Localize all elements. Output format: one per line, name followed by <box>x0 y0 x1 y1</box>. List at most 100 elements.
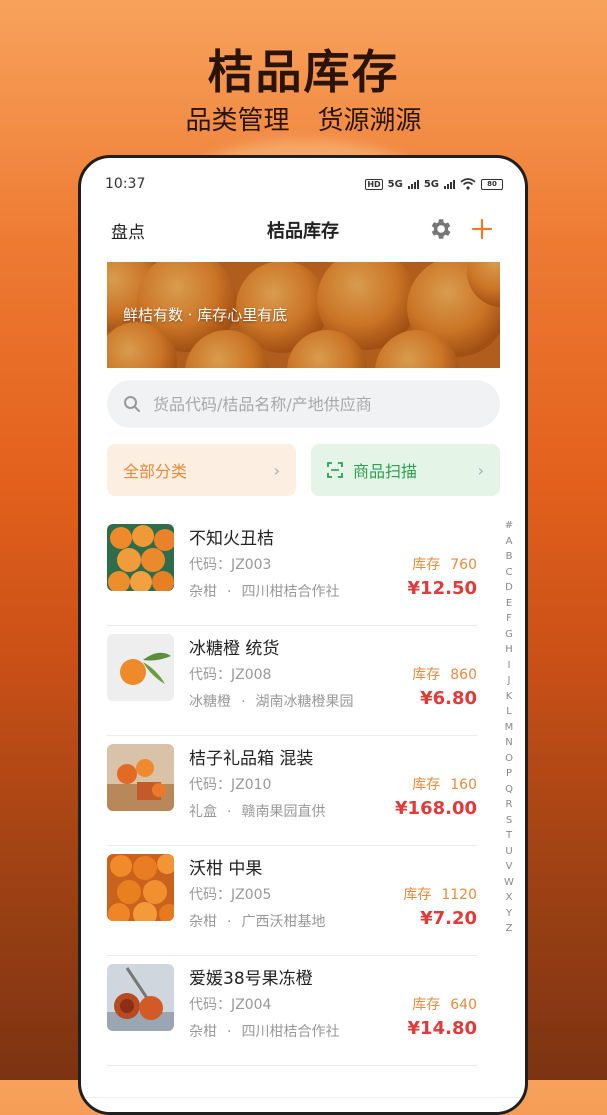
alpha-index-letter[interactable]: Y <box>506 906 512 922</box>
product-meta: 杂柑 · 四川柑桔合作社 <box>189 584 340 600</box>
hd-icon: HD <box>365 178 383 190</box>
search-bar[interactable] <box>107 380 500 428</box>
alpha-index-letter[interactable]: B <box>506 549 513 565</box>
alpha-index-letter[interactable]: J <box>508 673 511 689</box>
alpha-index-letter[interactable]: F <box>506 611 512 627</box>
product-price: ¥6.80 <box>420 688 477 709</box>
product-meta: 礼盒 · 赣南果园直供 <box>189 804 326 820</box>
alpha-index-letter[interactable]: A <box>506 534 513 550</box>
product-code: 代码：JZ010 <box>189 777 272 793</box>
network-label-2: 5G <box>423 178 439 190</box>
stock-label: 库存 <box>412 557 441 573</box>
product-stock: 库存 1120 <box>403 884 477 904</box>
product-category: 杂柑 <box>189 584 217 600</box>
product-stock: 库存 640 <box>412 994 477 1014</box>
alpha-index-letter[interactable]: M <box>505 720 514 736</box>
alphabet-index[interactable]: # A B C D E F G H I J K L M N O P Q R S T U V W X Y Z <box>503 518 515 937</box>
list-item[interactable]: 沃柑 中果 代码：JZ005 杂柑 · 广西沃柑基地 库存 1120 ¥7.20 <box>107 846 477 956</box>
product-supplier: 湖南冰糖橙果园 <box>255 694 354 710</box>
alpha-index-letter[interactable]: D <box>505 580 513 596</box>
product-supplier: 四川柑桔合作社 <box>241 584 340 600</box>
status-time: 10:37 <box>105 176 146 192</box>
scan-product-button[interactable]: 商品扫描 › <box>311 444 500 496</box>
alpha-index-letter[interactable]: C <box>506 565 513 581</box>
alpha-index-letter[interactable]: V <box>506 859 513 875</box>
alpha-index-letter[interactable]: I <box>508 658 511 674</box>
list-item[interactable]: 不知火丑桔 代码：JZ003 杂柑 · 四川柑桔合作社 库存 760 ¥12.50 <box>107 516 477 626</box>
alpha-index-letter[interactable]: U <box>505 844 512 860</box>
product-stock: 库存 760 <box>412 554 477 574</box>
stock-label: 库存 <box>412 667 441 683</box>
chevron-right-icon: › <box>273 460 280 480</box>
product-name: 不知火丑桔 <box>189 529 274 549</box>
promo-title: 桔品库存 <box>207 45 400 99</box>
alpha-index-letter[interactable]: X <box>506 890 513 906</box>
alpha-index-letter[interactable]: S <box>506 813 512 829</box>
all-categories-label: 全部分类 <box>123 462 188 481</box>
scan-product-label: 商品扫描 <box>353 462 418 481</box>
product-supplier: 广西沃柑基地 <box>241 914 326 930</box>
stock-label: 库存 <box>412 777 441 793</box>
alpha-index-letter[interactable]: Z <box>506 921 513 937</box>
stock-label: 库存 <box>403 887 432 903</box>
product-name: 桔子礼品箱 混装 <box>189 749 314 769</box>
product-meta: 冰糖橙 · 湖南冰糖橙果园 <box>189 694 354 710</box>
list-item[interactable]: 桔子礼品箱 混装 代码：JZ010 礼盒 · 赣南果园直供 库存 160 ¥168.0… <box>107 736 477 846</box>
product-thumbnail <box>107 524 174 591</box>
alpha-index-letter[interactable]: H <box>505 642 513 658</box>
product-stock: 库存 860 <box>412 664 477 684</box>
signal-icon <box>407 179 419 189</box>
product-meta: 杂柑 · 四川柑桔合作社 <box>189 1024 340 1040</box>
product-code: 代码：JZ008 <box>189 667 272 683</box>
page-title: 桔品库存 <box>267 221 339 242</box>
all-categories-button[interactable]: 全部分类 › <box>107 444 296 496</box>
product-code: 代码：JZ004 <box>189 997 272 1013</box>
product-thumbnail <box>107 744 174 811</box>
product-name: 爱媛38号果冻橙 <box>189 969 313 989</box>
stock-label: 库存 <box>412 997 441 1013</box>
status-bar: 10:37 HD 5G 5G 80 <box>105 174 503 194</box>
chevron-right-icon: › <box>477 460 484 480</box>
stock-value: 1120 <box>441 887 477 903</box>
plus-icon[interactable] <box>471 218 493 240</box>
product-thumbnail <box>107 854 174 921</box>
product-supplier: 四川柑桔合作社 <box>241 1024 340 1040</box>
alpha-index-letter[interactable]: W <box>504 875 514 891</box>
product-price: ¥7.20 <box>420 908 477 929</box>
product-supplier: 赣南果园直供 <box>241 804 326 820</box>
alpha-index-letter[interactable]: # <box>505 518 513 534</box>
search-input[interactable] <box>151 393 475 415</box>
alpha-index-letter[interactable]: O <box>505 751 513 767</box>
stock-value: 640 <box>450 997 477 1013</box>
banner-text: 鲜桔有数 · 库存心里有底 <box>123 306 288 324</box>
battery-icon: 80 <box>481 178 503 190</box>
alpha-index-letter[interactable]: Q <box>505 782 513 798</box>
alpha-index-letter[interactable]: E <box>506 596 512 612</box>
phone-frame: 10:37 HD 5G 5G 80 盘点 桔品库存 鲜桔有数 · 库存心里有底 … <box>78 155 528 1115</box>
product-name: 沃柑 中果 <box>189 859 263 879</box>
alpha-index-letter[interactable]: K <box>506 689 513 705</box>
stock-value: 160 <box>450 777 477 793</box>
list-item[interactable]: 爱媛38号果冻橙 代码：JZ004 杂柑 · 四川柑桔合作社 库存 640 ¥14.8… <box>107 956 477 1066</box>
network-label-1: 5G <box>387 178 403 190</box>
product-category: 杂柑 <box>189 1024 217 1040</box>
product-list: 不知火丑桔 代码：JZ003 杂柑 · 四川柑桔合作社 库存 760 ¥12.50 冰… <box>107 516 477 1066</box>
alpha-index-letter[interactable]: P <box>506 766 512 782</box>
list-item[interactable]: 冰糖橙 统货 代码：JZ008 冰糖橙 · 湖南冰糖橙果园 库存 860 ¥6.80 <box>107 626 477 736</box>
scan-icon <box>327 462 343 478</box>
product-category: 杂柑 <box>189 914 217 930</box>
alpha-index-letter[interactable]: T <box>506 828 512 844</box>
gear-icon[interactable] <box>427 216 453 242</box>
product-thumbnail <box>107 964 174 1031</box>
wifi-icon <box>460 178 476 190</box>
signal-icon-2 <box>444 179 455 189</box>
alpha-index-letter[interactable]: R <box>506 797 513 813</box>
alpha-index-letter[interactable]: G <box>505 627 513 643</box>
alpha-index-letter[interactable]: L <box>506 704 512 720</box>
stock-value: 760 <box>450 557 477 573</box>
alpha-index-letter[interactable]: N <box>505 735 512 751</box>
product-name: 冰糖橙 统货 <box>189 639 280 659</box>
product-meta: 杂柑 · 广西沃柑基地 <box>189 914 326 930</box>
search-icon <box>124 396 140 412</box>
product-code: 代码：JZ005 <box>189 887 272 903</box>
